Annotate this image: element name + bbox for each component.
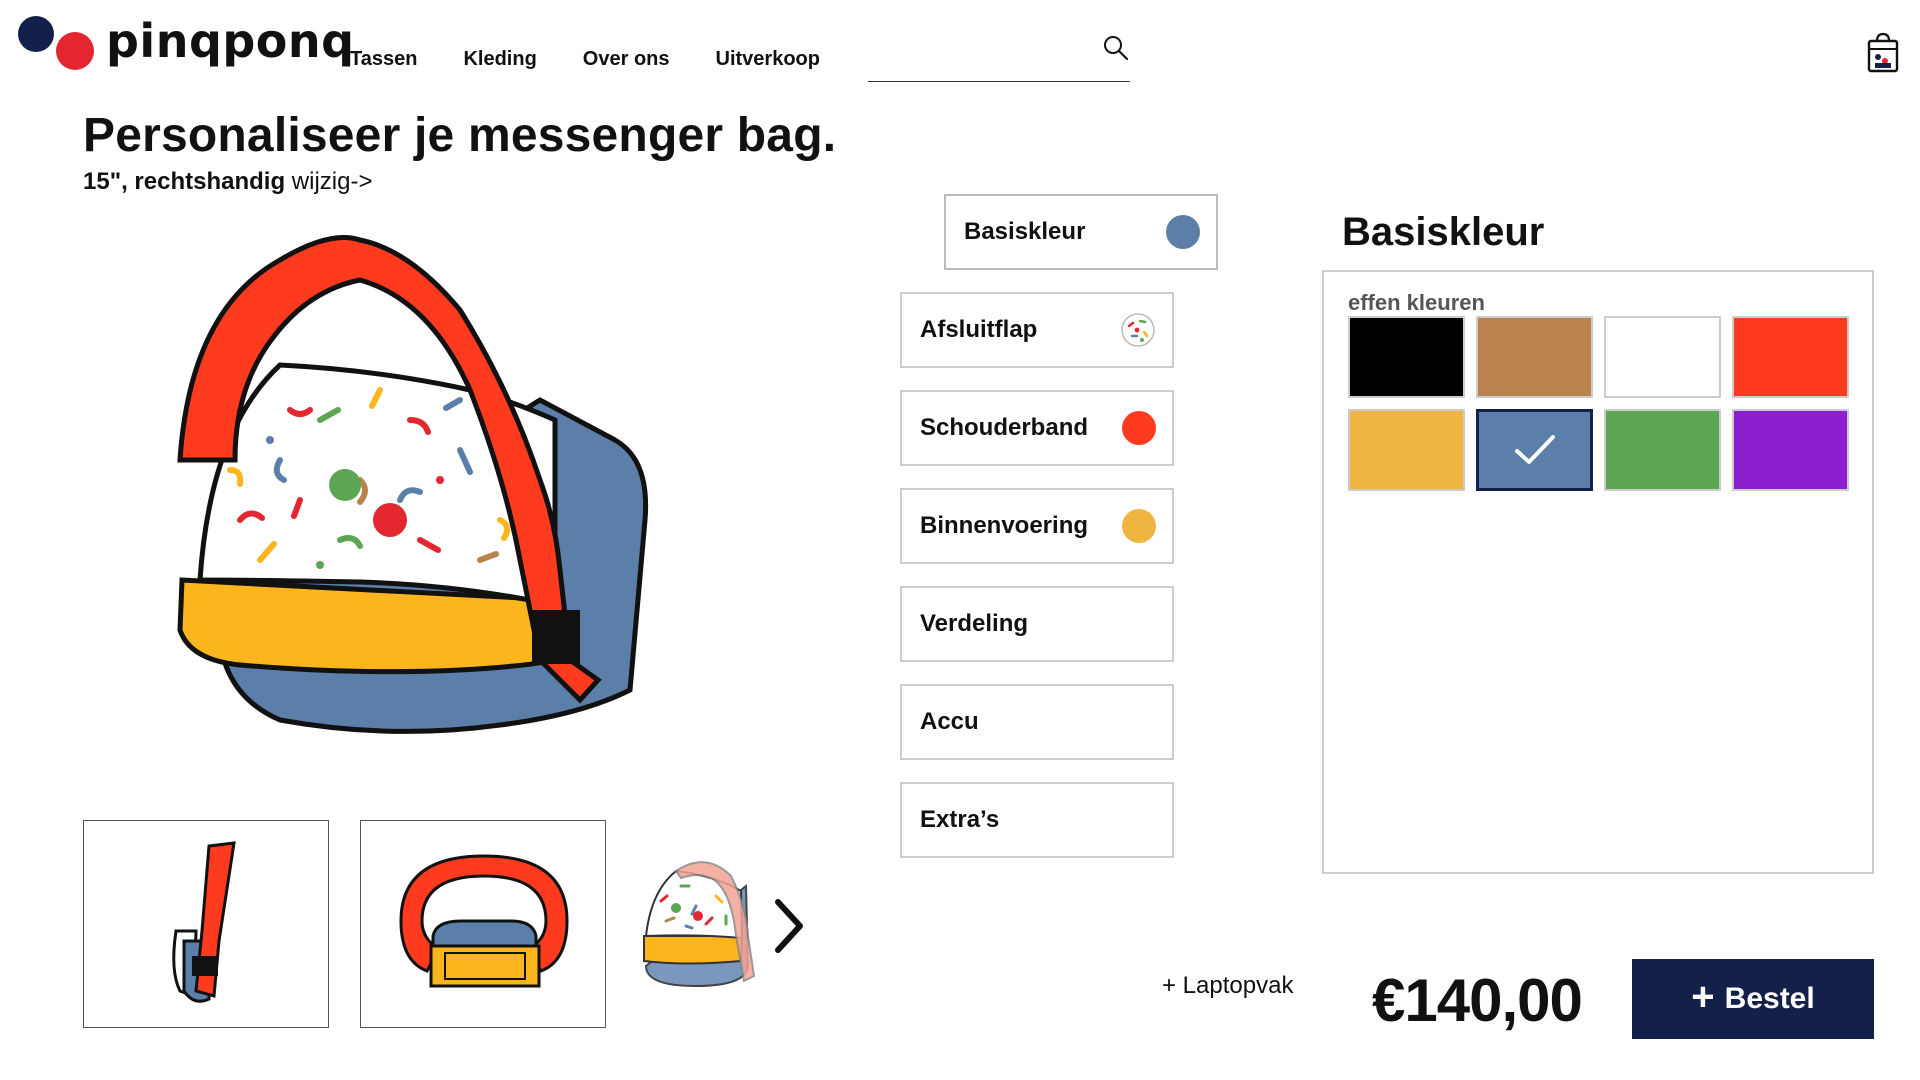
option-basiskleur[interactable]: Basiskleur — [944, 194, 1218, 270]
page-title: Personaliseer je messenger bag. — [83, 109, 837, 162]
thumbnail-side-image — [172, 841, 236, 1003]
option-schouderband[interactable]: Schouderband — [900, 390, 1174, 466]
swatch-green[interactable] — [1604, 409, 1721, 491]
logo[interactable] — [16, 14, 96, 78]
panel-subtitle: effen kleuren — [1348, 290, 1485, 315]
nav-item-tassen[interactable]: Tassen — [350, 48, 417, 71]
color-panel: effen kleuren — [1322, 270, 1874, 874]
logo-dot-red — [56, 32, 94, 70]
swatch-black[interactable] — [1348, 316, 1465, 398]
plus-icon: + — [1691, 975, 1715, 1019]
swatch-brown[interactable] — [1476, 316, 1593, 398]
color-dot — [1122, 509, 1156, 543]
order-button-label: Bestel — [1724, 982, 1815, 1015]
option-binnenvoering[interactable]: Binnenvoering — [900, 488, 1174, 564]
color-dot — [1166, 215, 1200, 249]
nav-item-uitverkoop[interactable]: Uitverkoop — [716, 48, 820, 71]
addon-laptopvak[interactable]: + Laptopvak — [1162, 972, 1293, 1000]
product-image — [177, 235, 649, 734]
change-configuration-link[interactable]: wijzig-> — [292, 168, 373, 195]
option-label: Basiskleur — [964, 218, 1086, 245]
order-button[interactable]: + Bestel — [1632, 959, 1874, 1039]
main-nav: Tassen Kleding Over ons Uitverkoop — [350, 48, 820, 71]
option-accu[interactable]: Accu — [900, 684, 1174, 760]
checkmark-icon — [1514, 435, 1555, 464]
thumbnail-bag-view[interactable] — [636, 846, 786, 996]
option-label: Schouderband — [920, 414, 1089, 441]
swatch-purple[interactable] — [1732, 409, 1849, 491]
option-label: Accu — [920, 708, 979, 735]
configuration-size-hand: 15", rechtshandig — [83, 168, 286, 195]
option-extras[interactable]: Extra’s — [900, 782, 1174, 858]
option-label: Afsluitflap — [920, 316, 1038, 343]
color-dot — [1122, 411, 1156, 445]
swatch-yellow[interactable] — [1348, 409, 1465, 491]
shopping-bag-icon[interactable] — [1866, 32, 1900, 74]
search-bar — [868, 28, 1130, 82]
logo-dots — [16, 14, 96, 78]
configuration-summary: 15", rechtshandig wijzig-> — [83, 168, 372, 196]
option-verdeling[interactable]: Verdeling — [900, 586, 1174, 662]
color-swatch-grid — [1348, 316, 1849, 491]
search-input[interactable] — [868, 38, 1088, 74]
swatch-red[interactable] — [1732, 316, 1849, 398]
nav-item-over-ons[interactable]: Over ons — [583, 48, 670, 71]
logo-dot-navy — [18, 16, 54, 52]
next-image-arrow-icon[interactable] — [772, 896, 806, 956]
logo-text[interactable]: pinqponq — [106, 18, 355, 64]
option-afsluitflap[interactable]: Afsluitflap — [900, 292, 1174, 368]
swatch-white[interactable] — [1604, 316, 1721, 398]
search-icon[interactable] — [1102, 34, 1130, 62]
thumbnail-top-view[interactable] — [360, 820, 606, 1028]
swatch-blue[interactable] — [1476, 409, 1593, 491]
confetti-pattern-icon — [1121, 313, 1155, 347]
thumbnail-side-view[interactable] — [83, 820, 329, 1028]
nav-item-kleding[interactable]: Kleding — [463, 48, 536, 71]
panel-title: Basiskleur — [1342, 210, 1545, 254]
option-label: Verdeling — [920, 610, 1029, 637]
price: €140,00 — [1372, 967, 1583, 1034]
option-label: Binnenvoering — [920, 512, 1089, 539]
option-label: Extra’s — [920, 806, 1000, 833]
thumbnail-top-image — [399, 854, 569, 988]
